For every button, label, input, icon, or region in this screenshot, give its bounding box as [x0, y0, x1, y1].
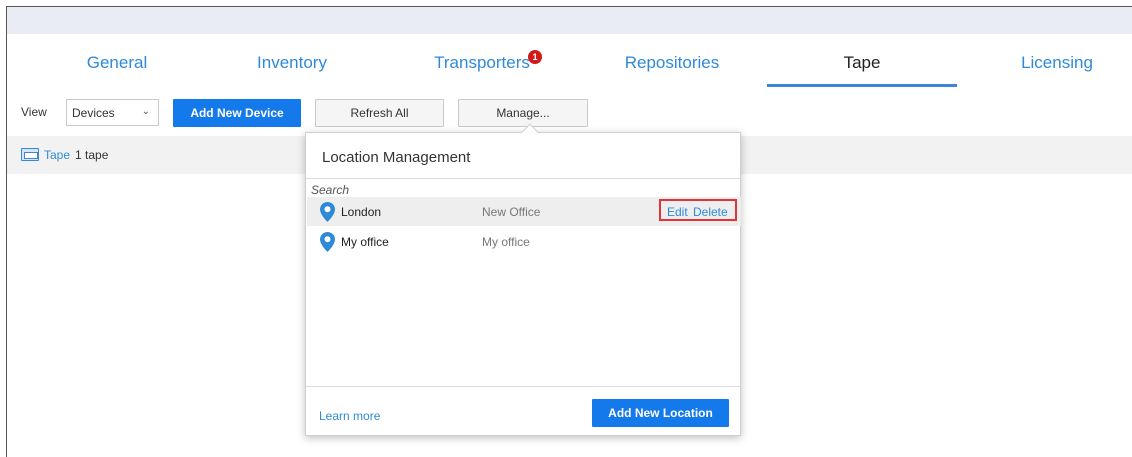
location-name: London	[341, 205, 382, 219]
divider	[306, 178, 740, 179]
location-row-my-office[interactable]: My office My office	[307, 227, 741, 256]
tab-general[interactable]: General	[47, 49, 187, 87]
tab-tape[interactable]: Tape	[767, 49, 957, 87]
location-management-popup: Location Management London New Office Ed…	[305, 123, 741, 436]
view-select[interactable]: Devices ⌄	[66, 99, 159, 126]
tab-label: General	[86, 53, 148, 72]
add-new-device-button[interactable]: Add New Device	[173, 99, 301, 127]
tape-node-link[interactable]: Tape	[44, 148, 70, 162]
popup-title: Location Management	[322, 149, 471, 166]
active-tab-indicator	[767, 84, 957, 87]
tape-count: 1 tape	[75, 148, 109, 162]
tab-licensing[interactable]: Licensing	[982, 49, 1132, 87]
tab-label: Licensing	[1021, 53, 1093, 72]
top-bar	[7, 7, 1132, 34]
location-name: My office	[341, 235, 389, 249]
tab-bar: General Inventory Transporters 1 Reposit…	[7, 49, 1132, 87]
tab-inventory[interactable]: Inventory	[222, 49, 362, 87]
notification-badge: 1	[528, 50, 542, 64]
divider	[306, 386, 740, 387]
add-new-location-button[interactable]: Add New Location	[592, 399, 729, 427]
tab-repositories[interactable]: Repositories	[597, 49, 747, 87]
location-row-london[interactable]: London New Office Edit Delete	[307, 197, 741, 226]
map-pin-icon	[320, 232, 335, 252]
manage-button[interactable]: Manage...	[458, 99, 588, 127]
chevron-down-icon: ⌄	[141, 106, 150, 117]
tab-label: Transporters	[434, 53, 530, 72]
refresh-all-button[interactable]: Refresh All	[315, 99, 444, 127]
edit-link[interactable]: Edit	[667, 205, 688, 219]
tab-label: Tape	[843, 53, 881, 72]
location-description: My office	[482, 235, 530, 249]
tab-label: Repositories	[624, 53, 720, 72]
tape-icon	[21, 148, 39, 161]
toolbar: View Devices ⌄ Add New Device Refresh Al…	[7, 95, 1132, 129]
location-description: New Office	[482, 205, 541, 219]
tab-label: Inventory	[257, 53, 327, 72]
learn-more-link[interactable]: Learn more	[319, 409, 380, 423]
tab-transporters[interactable]: Transporters 1	[407, 49, 557, 87]
view-label: View	[21, 105, 47, 119]
map-pin-icon	[320, 202, 335, 222]
app-frame: General Inventory Transporters 1 Reposit…	[6, 6, 1132, 457]
view-select-value: Devices	[72, 106, 115, 120]
delete-link[interactable]: Delete	[693, 205, 728, 219]
search-input[interactable]	[311, 182, 736, 198]
